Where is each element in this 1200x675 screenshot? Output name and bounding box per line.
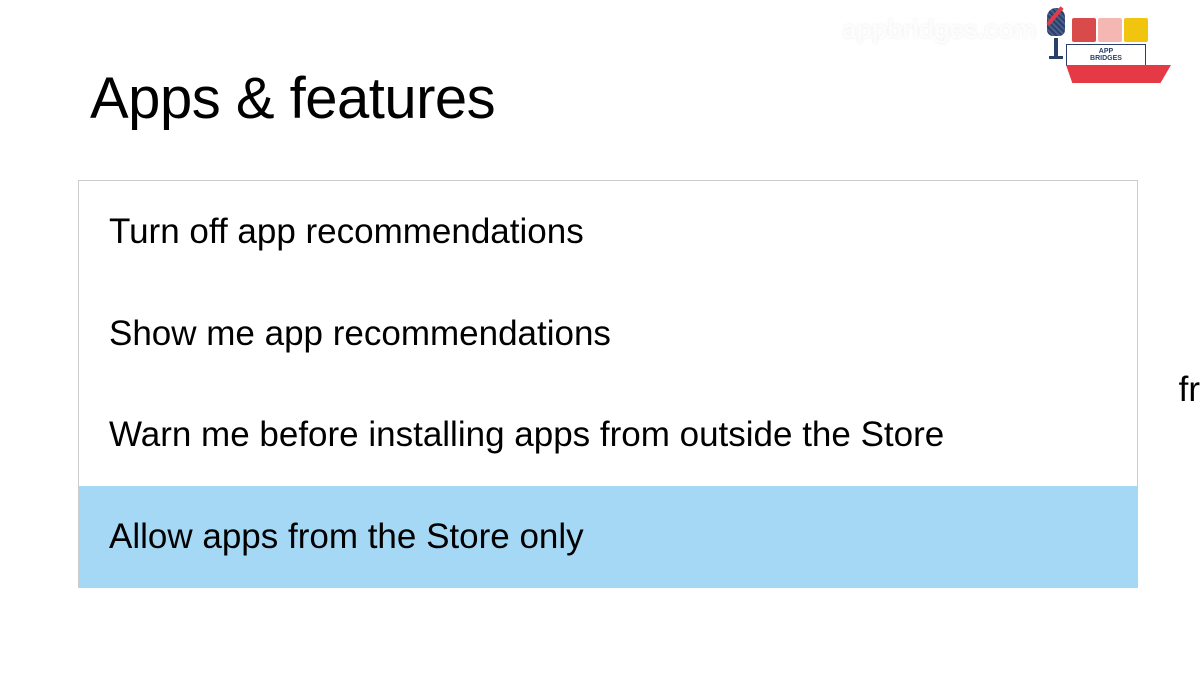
logo-text-bottom: BRIDGES xyxy=(1090,55,1122,62)
logo-tiles xyxy=(1072,18,1148,42)
ship-logo: APP BRIDGES xyxy=(1066,44,1171,82)
watermark-logo: APP BRIDGES xyxy=(1042,8,1182,93)
dropdown-list[interactable]: Turn off app recommendations Show me app… xyxy=(78,180,1138,588)
dropdown-item-show-recommendations[interactable]: Show me app recommendations xyxy=(79,283,1137,385)
dropdown-item-turn-off-recommendations[interactable]: Turn off app recommendations xyxy=(79,181,1137,283)
dropdown-item-warn-outside-store[interactable]: Warn me before installing apps from outs… xyxy=(79,384,1137,486)
dropdown-item-store-only[interactable]: Allow apps from the Store only xyxy=(79,486,1137,588)
watermark: appbridges.com APP BRIDGES xyxy=(842,8,1182,93)
cutoff-text: fr xyxy=(1179,370,1200,410)
logo-text-top: APP xyxy=(1099,48,1113,55)
watermark-text: appbridges.com xyxy=(842,14,1036,45)
